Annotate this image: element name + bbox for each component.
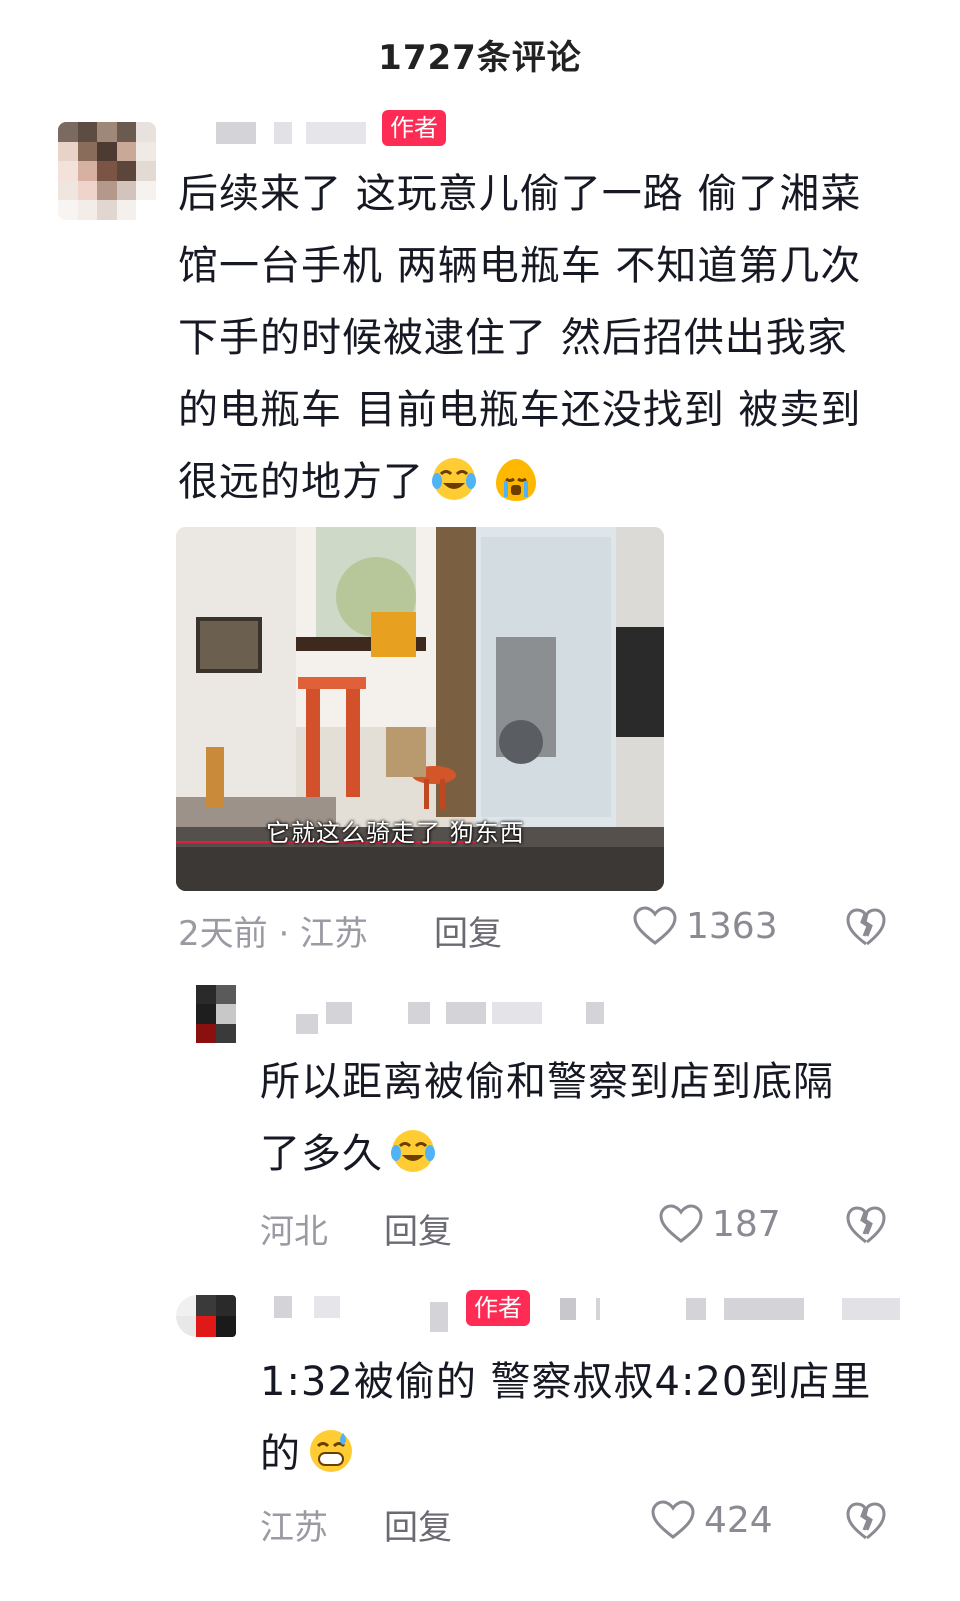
blurred-username[interactable] xyxy=(274,1296,464,1332)
reply-button[interactable]: 回复 xyxy=(384,1204,452,1253)
blurred-username[interactable] xyxy=(216,122,376,144)
reply-text: 1:32被偷的 警察叔叔4:20到店里 的 xyxy=(260,1346,900,1490)
comment-text-line: 下手的时候被逮住了 然后招供出我家 xyxy=(178,315,848,361)
like-button[interactable]: 1363 xyxy=(632,905,778,947)
reply-button[interactable]: 回复 xyxy=(384,1500,452,1549)
heart-outline-icon xyxy=(651,1500,695,1539)
crying-face-emoji xyxy=(496,459,536,501)
like-count: 1363 xyxy=(686,905,778,947)
comment-time-location: 2天前 · 江苏 xyxy=(178,914,369,954)
video-subtitle: 它就这么骑走了 狗东西 xyxy=(266,819,525,847)
tears-of-joy-emoji xyxy=(432,458,476,500)
reply-text: 所以距离被偷和警察到店到底隔 了多久 xyxy=(260,1046,900,1190)
comments-count-title: 1727条评论 xyxy=(378,38,582,78)
reply-avatar[interactable] xyxy=(196,985,236,1043)
author-tag: 作者 xyxy=(466,1290,530,1326)
reply-text-line: 所以距离被偷和警察到店到底隔 xyxy=(260,1059,834,1105)
tears-of-joy-emoji xyxy=(391,1130,435,1172)
like-button[interactable]: 424 xyxy=(650,1499,773,1541)
author-tag: 作者 xyxy=(382,110,446,146)
like-button[interactable]: 187 xyxy=(658,1203,781,1245)
commenter-avatar[interactable] xyxy=(58,122,156,220)
heart-outline-icon xyxy=(633,906,677,945)
reply-text-line: 了多久 xyxy=(260,1131,383,1177)
reply-text-line: 的 xyxy=(260,1431,301,1477)
reply-button[interactable]: 回复 xyxy=(434,906,502,955)
comment-text-line: 很远的地方了 xyxy=(178,459,424,505)
reply-text-line: 1:32被偷的 警察叔叔4:20到店里 xyxy=(260,1359,872,1405)
reply-location: 河北 xyxy=(260,1212,328,1252)
like-count: 187 xyxy=(712,1203,781,1245)
author-reply-avatar[interactable] xyxy=(176,1295,236,1337)
comment-text-line: 馆一台手机 两辆电瓶车 不知道第几次 xyxy=(178,243,862,289)
grinning-sweat-emoji xyxy=(310,1430,352,1472)
blurred-username[interactable] xyxy=(296,1002,616,1034)
reply-location: 江苏 xyxy=(260,1508,328,1548)
broken-heart-icon[interactable] xyxy=(844,1500,888,1544)
blurred-username[interactable] xyxy=(560,1298,900,1320)
comment-text: 后续来了 这玩意儿偷了一路 偷了湘菜 馆一台手机 两辆电瓶车 不知道第几次 下手… xyxy=(178,158,918,518)
like-count: 424 xyxy=(704,1499,773,1541)
comment-text-line: 后续来了 这玩意儿偷了一路 偷了湘菜 xyxy=(178,171,862,217)
heart-outline-icon xyxy=(659,1204,703,1243)
broken-heart-icon[interactable] xyxy=(844,906,888,950)
broken-heart-icon[interactable] xyxy=(844,1204,888,1248)
comment-text-line: 的电瓶车 目前电瓶车还没找到 被卖到 xyxy=(178,387,862,433)
comment-video-thumbnail[interactable]: 它就这么骑走了 狗东西 xyxy=(176,527,664,891)
